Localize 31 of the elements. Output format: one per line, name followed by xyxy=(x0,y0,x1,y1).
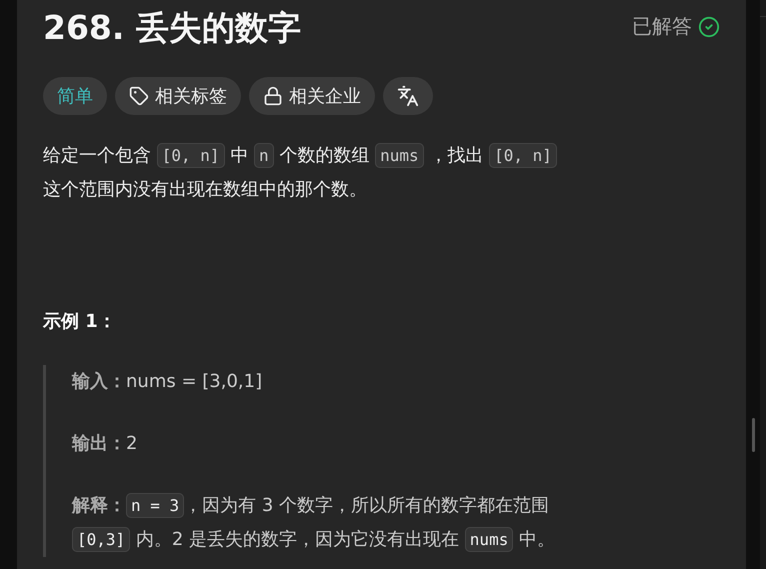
inline-code: [0, n] xyxy=(489,143,557,168)
body-text: 2 xyxy=(126,433,138,454)
example-label: 解释： xyxy=(72,495,126,516)
body-text: 中。 xyxy=(518,529,556,550)
body-text: 这个范围内没有出现在数组中的那个数。 xyxy=(43,179,367,200)
body-text: ，找出 xyxy=(428,145,484,166)
tag-icon xyxy=(129,86,149,106)
lock-icon xyxy=(263,86,283,106)
scrollbar-thumb[interactable] xyxy=(752,418,755,452)
inline-code: [0,3] xyxy=(72,527,130,552)
inline-code: nums xyxy=(464,527,514,552)
body-text: 个数的数组 xyxy=(278,145,370,166)
example-heading: 示例 1： xyxy=(43,310,117,333)
inline-code: [0, n] xyxy=(156,143,225,168)
inline-code: nums xyxy=(375,143,424,168)
difficulty-tag[interactable]: 简单 xyxy=(43,77,107,115)
status-text: 已解答 xyxy=(632,13,692,40)
body-text: 中 xyxy=(229,145,250,166)
inline-code: n xyxy=(254,143,274,168)
body-text: 内。2 是丢失的数字，因为它没有出现在 xyxy=(134,529,460,550)
translate-icon xyxy=(397,85,419,107)
tag-button[interactable]: 相关企业 xyxy=(249,77,375,115)
example-label: 输出： xyxy=(72,433,126,454)
problem-title: 268. 丢失的数字 xyxy=(43,8,301,48)
tag-button[interactable]: 相关标签 xyxy=(115,77,241,115)
body-text: 给定一个包含 xyxy=(43,145,152,166)
example-label: 输入： xyxy=(72,371,126,392)
inline-code: n = 3 xyxy=(126,493,184,518)
body-text: nums = [3,0,1] xyxy=(126,371,262,392)
translate-button[interactable] xyxy=(383,77,433,115)
body-text: ，因为有 3 个数字，所以所有的数字都在范围 xyxy=(184,495,550,516)
